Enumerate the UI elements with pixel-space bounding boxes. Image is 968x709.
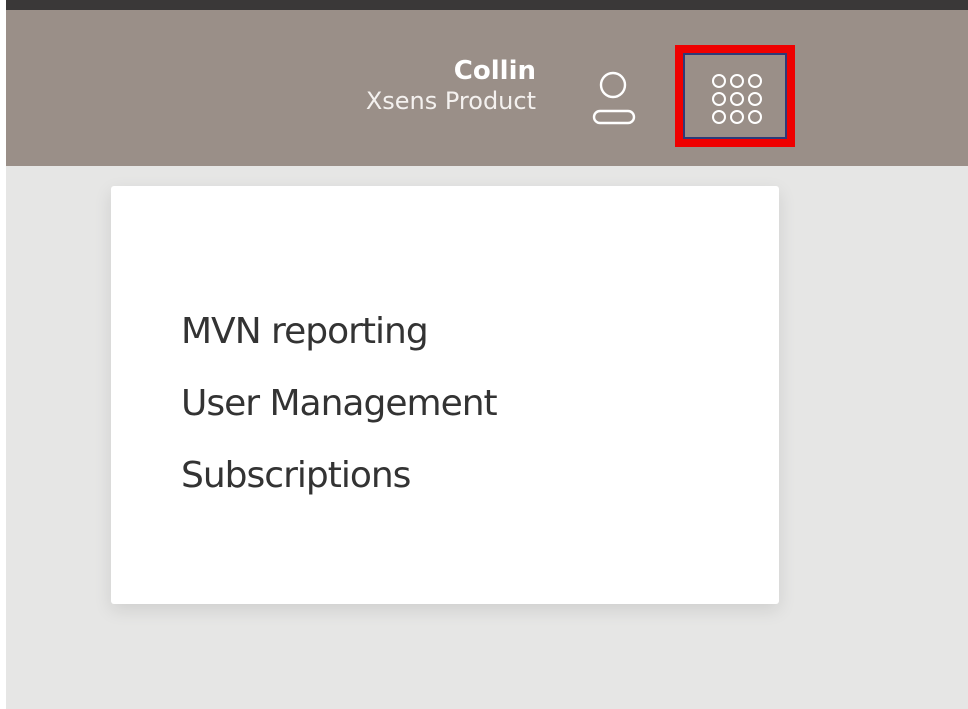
app-frame: Collin Xsens Product MVN reporting User … — [6, 0, 968, 709]
apps-menu-list: MVN reporting User Management Subscripti… — [181, 296, 498, 512]
user-info: Collin Xsens Product — [366, 56, 536, 116]
menu-item-user-management[interactable]: User Management — [181, 368, 498, 440]
user-name: Collin — [453, 56, 536, 86]
app-grid-icon — [712, 74, 762, 124]
apps-dropdown: MVN reporting User Management Subscripti… — [111, 186, 779, 604]
header-bar: Collin Xsens Product — [6, 10, 968, 166]
user-organization: Xsens Product — [365, 87, 536, 115]
user-icon — [592, 71, 636, 125]
menu-item-subscriptions[interactable]: Subscriptions — [181, 440, 497, 512]
profile-button[interactable] — [584, 66, 642, 136]
window-top-bar — [6, 0, 968, 10]
menu-item-mvn-reporting[interactable]: MVN reporting — [181, 296, 497, 368]
apps-menu-button[interactable] — [683, 53, 787, 139]
